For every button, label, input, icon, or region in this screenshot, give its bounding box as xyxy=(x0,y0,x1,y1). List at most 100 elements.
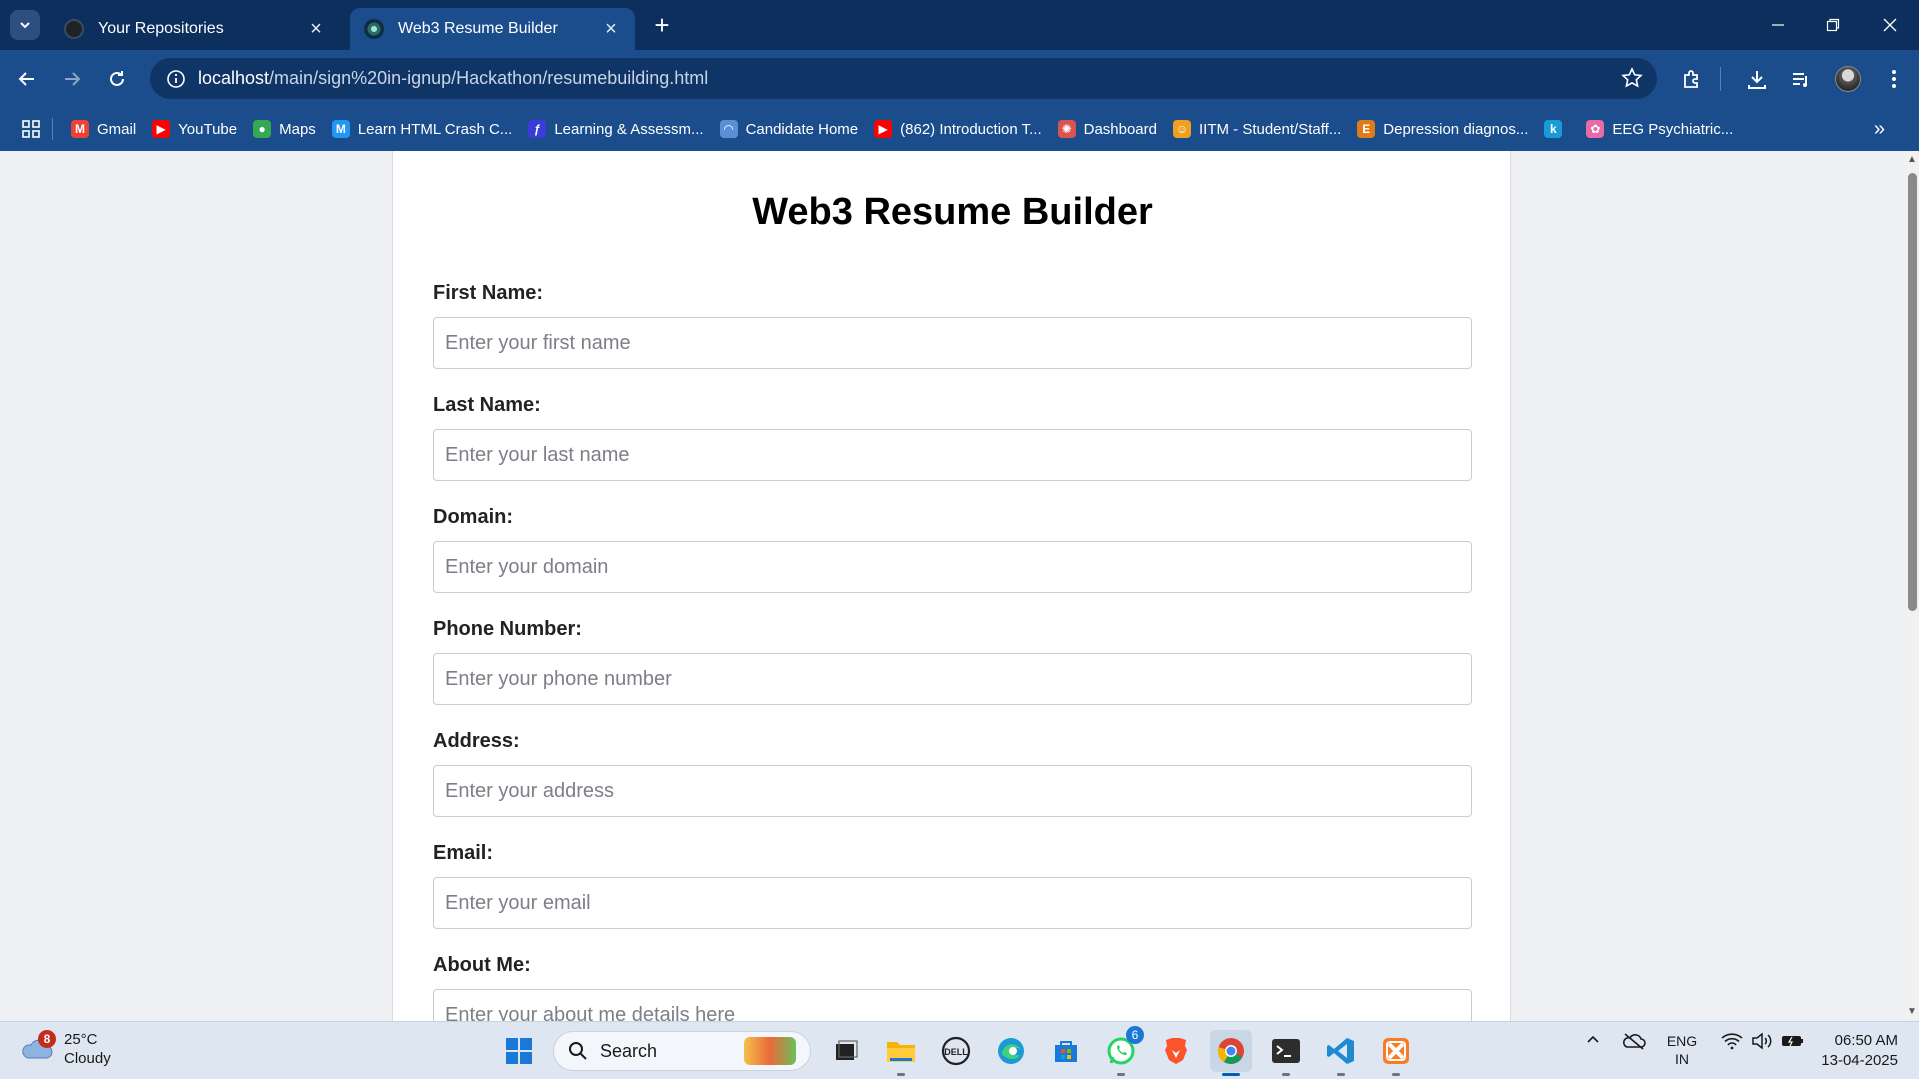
new-tab-button[interactable]: + xyxy=(648,12,676,40)
apps-button[interactable] xyxy=(0,114,52,144)
first-name-input[interactable] xyxy=(433,317,1472,369)
media-control-button[interactable] xyxy=(1785,63,1817,95)
whatsapp-button[interactable]: 6 xyxy=(1100,1026,1144,1076)
browser-menu-button[interactable] xyxy=(1878,63,1910,95)
vscode-button[interactable] xyxy=(1320,1030,1362,1076)
site-info-icon[interactable] xyxy=(154,69,198,89)
file-explorer-button[interactable] xyxy=(880,1030,922,1076)
close-icon[interactable]: × xyxy=(601,18,621,40)
email-input[interactable] xyxy=(433,877,1472,929)
page-viewport: Web3 Resume Builder First Name: Last Nam… xyxy=(0,151,1905,1021)
weather-widget[interactable]: 8 25°C Cloudy xyxy=(20,1030,111,1068)
brave-button[interactable] xyxy=(1155,1030,1197,1072)
system-clock[interactable]: 06:50 AM 13-04-2025 xyxy=(1808,1031,1898,1071)
task-view-button[interactable] xyxy=(825,1030,867,1072)
folder-icon xyxy=(887,1042,915,1062)
svg-text:DELL: DELL xyxy=(944,1047,968,1057)
page-favicon-icon xyxy=(364,19,384,39)
about-me-input[interactable] xyxy=(433,989,1472,1021)
scroll-up-icon[interactable]: ▲ xyxy=(1907,155,1917,165)
close-icon[interactable]: × xyxy=(306,18,326,40)
bookmark-item[interactable]: M Gmail xyxy=(63,114,144,144)
terminal-icon xyxy=(1272,1039,1300,1063)
youtube-icon: ▶ xyxy=(152,120,171,138)
bookmark-item[interactable]: ☺ IITM - Student/Staff... xyxy=(1165,114,1349,144)
speaker-icon xyxy=(1752,1032,1772,1050)
minimize-button[interactable] xyxy=(1758,8,1798,42)
last-name-input[interactable] xyxy=(433,429,1472,481)
profile-avatar[interactable] xyxy=(1832,63,1864,95)
cloud-icon: 8 xyxy=(20,1030,56,1062)
scroll-down-icon[interactable]: ▼ xyxy=(1907,1007,1917,1017)
bookmark-item[interactable]: ▶ (862) Introduction T... xyxy=(866,114,1049,144)
bookmark-item[interactable]: k xyxy=(1536,114,1578,144)
forward-button[interactable] xyxy=(57,64,87,94)
tab-search-button[interactable] xyxy=(10,10,40,40)
bookmark-label: Maps xyxy=(279,120,316,138)
page-scrollbar[interactable]: ▲ ▼ xyxy=(1905,151,1919,1021)
bookmark-item[interactable]: ◠ Candidate Home xyxy=(712,114,867,144)
downloads-button[interactable] xyxy=(1741,63,1773,95)
bookmark-label: Learning & Assessm... xyxy=(554,120,704,138)
github-icon xyxy=(64,19,84,39)
bookmark-item[interactable]: ✺ Dashboard xyxy=(1050,114,1165,144)
bookmark-label: Learn HTML Crash C... xyxy=(357,120,513,138)
search-icon xyxy=(569,1042,587,1060)
windows-logo-icon xyxy=(506,1038,532,1064)
arrow-left-icon xyxy=(18,72,34,86)
phone-number-input[interactable] xyxy=(433,653,1472,705)
extensions-button[interactable] xyxy=(1676,63,1708,95)
taskbar-search[interactable]: Search xyxy=(553,1031,811,1071)
bookmark-label: Gmail xyxy=(97,120,137,138)
candidate-icon: ◠ xyxy=(719,120,738,138)
bookmark-item[interactable]: ● Maps xyxy=(245,114,324,144)
tab-your-repositories[interactable]: Your Repositories × xyxy=(50,8,340,50)
dashboard-icon: ✺ xyxy=(1057,120,1076,138)
onedrive-button[interactable] xyxy=(1620,1032,1648,1050)
bookmark-item[interactable]: ▶ YouTube xyxy=(144,114,245,144)
reload-button[interactable] xyxy=(102,64,132,94)
bookmark-item[interactable]: ✿ EEG Psychiatric... xyxy=(1578,114,1741,144)
address-input[interactable] xyxy=(433,765,1472,817)
domain-input[interactable] xyxy=(433,541,1472,593)
address-bar[interactable]: localhost/main/sign%20in-ignup/Hackathon… xyxy=(150,58,1657,99)
quick-settings-button[interactable] xyxy=(1715,1032,1811,1050)
bookmarks-list: M Gmail ▶ YouTube ● Maps M Learn HTML Crash C..… xyxy=(63,114,1741,144)
bookmark-star-icon[interactable] xyxy=(1621,67,1643,94)
region-code: IN xyxy=(1675,1051,1689,1067)
xampp-icon xyxy=(1383,1038,1409,1064)
double-chevron-right-icon: » xyxy=(1873,117,1885,140)
more-bookmarks-button[interactable]: » xyxy=(1866,114,1893,144)
chrome-button[interactable] xyxy=(1210,1030,1252,1076)
cloud-offline-icon xyxy=(1623,1033,1646,1050)
scrollbar-thumb[interactable] xyxy=(1908,173,1917,611)
chevron-up-icon xyxy=(1587,1035,1599,1043)
dell-app-button[interactable]: DELL xyxy=(935,1030,977,1072)
battery-charging-icon xyxy=(1782,1036,1803,1047)
language-indicator[interactable]: ENG IN xyxy=(1665,1032,1699,1068)
bookmark-label: YouTube xyxy=(178,120,238,138)
clock-time: 06:50 AM xyxy=(1834,1032,1898,1049)
first-name-label: First Name: xyxy=(433,282,544,304)
clock-date: 13-04-2025 xyxy=(1821,1052,1898,1069)
chrome-icon xyxy=(1217,1038,1244,1064)
bookmark-item[interactable]: M Learn HTML Crash C... xyxy=(324,114,521,144)
url-text[interactable]: localhost/main/sign%20in-ignup/Hackathon… xyxy=(198,68,708,89)
xampp-button[interactable] xyxy=(1375,1030,1417,1076)
close-window-button[interactable] xyxy=(1870,8,1910,42)
tab-web3-resume-builder[interactable]: Web3 Resume Builder × xyxy=(350,8,635,50)
terminal-button[interactable] xyxy=(1265,1030,1307,1076)
start-button[interactable] xyxy=(498,1030,540,1072)
bookmark-item[interactable]: E Depression diagnos... xyxy=(1349,114,1536,144)
m-logo-icon: M xyxy=(331,120,350,138)
show-hidden-icons-button[interactable] xyxy=(1582,1032,1604,1046)
puzzle-icon xyxy=(1684,70,1698,88)
edge-button[interactable] xyxy=(990,1030,1032,1072)
whatsapp-badge: 6 xyxy=(1126,1026,1144,1044)
restore-button[interactable] xyxy=(1813,8,1853,42)
bookmark-item[interactable]: ƒ Learning & Assessm... xyxy=(520,114,711,144)
youtube-icon: ▶ xyxy=(874,120,893,138)
k-logo-icon: k xyxy=(1544,120,1563,138)
microsoft-store-button[interactable] xyxy=(1045,1030,1087,1072)
back-button[interactable] xyxy=(12,64,42,94)
